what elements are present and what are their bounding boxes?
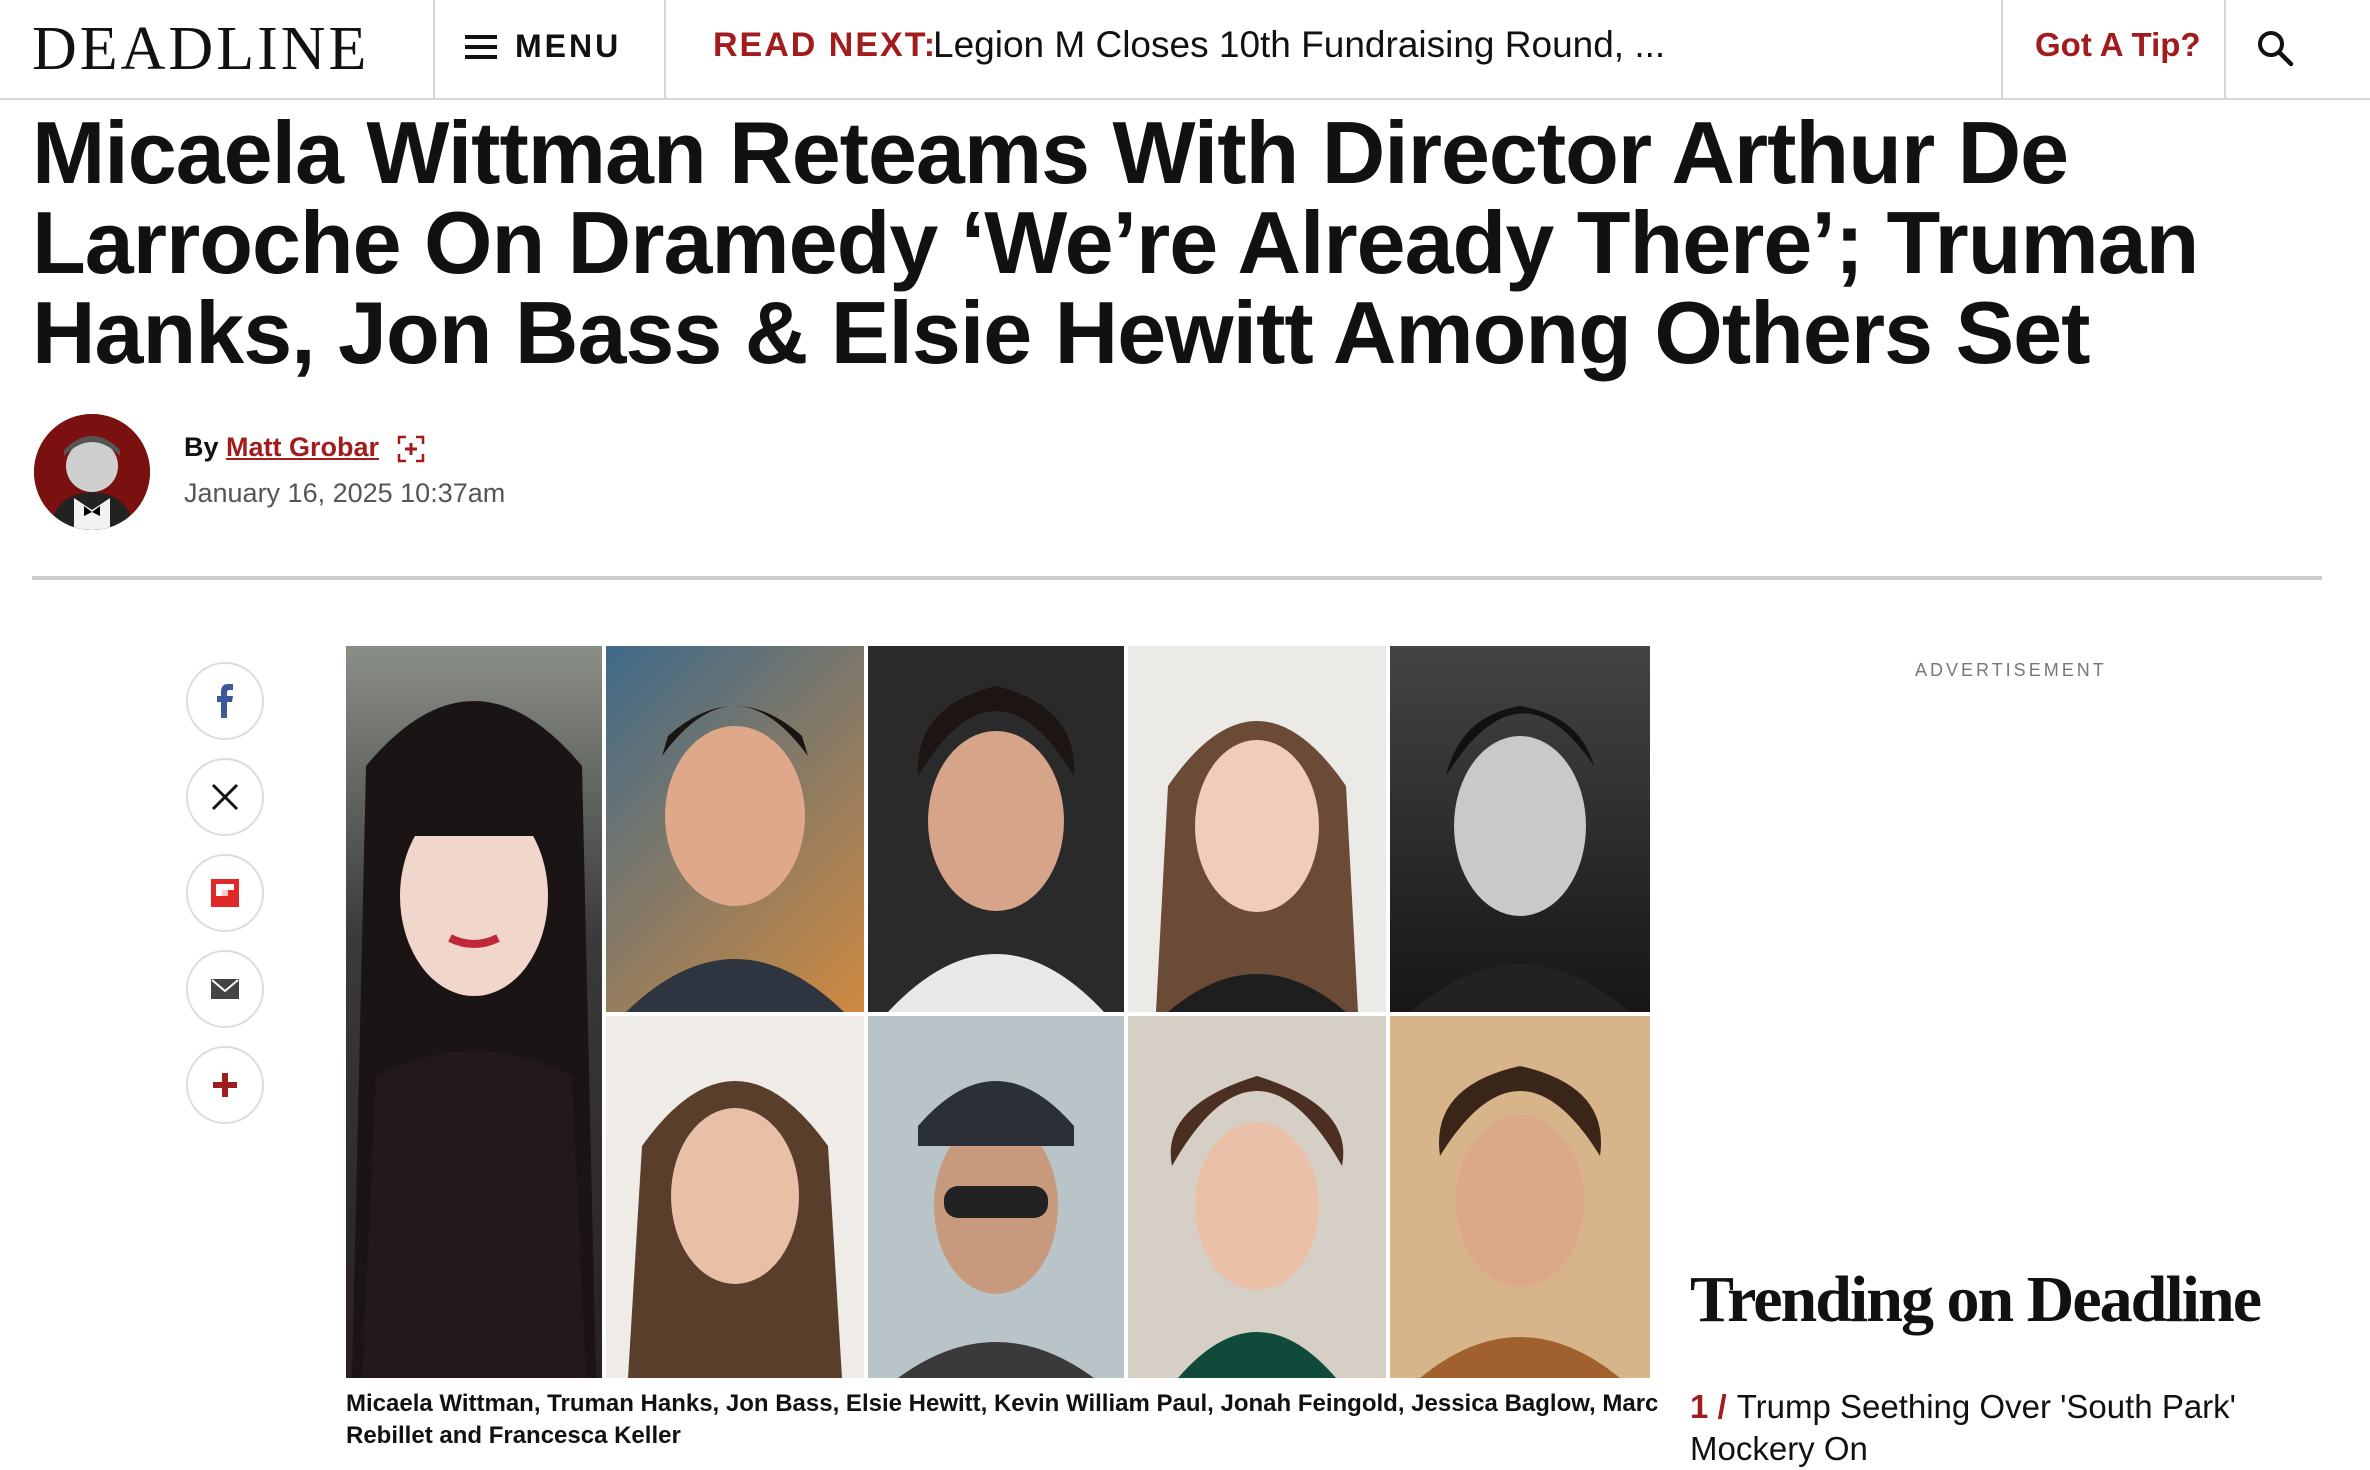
email-icon [211, 979, 239, 999]
read-next-label: READ NEXT: [713, 26, 938, 64]
article-headline: Micaela Wittman Reteams With Director Ar… [32, 103, 2199, 382]
portrait-photo [1390, 646, 1650, 1012]
portrait-photo [1128, 646, 1386, 1012]
site-header: DEADLINE MENU READ NEXT: Legion M Closes… [0, 0, 2370, 100]
byline-prefix: By [184, 432, 219, 462]
trending-item-number: 1 / [1690, 1388, 1727, 1425]
portrait-photo [346, 646, 602, 1378]
menu-button[interactable]: MENU [465, 28, 621, 65]
advertisement-label: ADVERTISEMENT [1915, 660, 2107, 680]
got-a-tip-link[interactable]: Got A Tip? [2035, 26, 2201, 64]
menu-label: MENU [515, 28, 622, 64]
byline-divider [32, 576, 2322, 580]
share-flipboard-button[interactable] [186, 854, 264, 932]
publish-date: January 16, 2025 10:37am [184, 478, 506, 508]
divider [664, 0, 666, 98]
article-hero-image[interactable] [346, 646, 1650, 1378]
trending-item-title[interactable]: Trump Seething Over 'South Park' Mockery… [1690, 1388, 2236, 1467]
divider [2001, 0, 2003, 98]
facebook-icon [217, 684, 233, 718]
portrait-photo [606, 646, 864, 1012]
portrait-photo [1128, 1016, 1386, 1378]
x-icon [211, 783, 239, 811]
search-icon[interactable] [2255, 28, 2295, 68]
read-next-link[interactable]: Legion M Closes 10th Fundraising Round, … [933, 24, 1665, 66]
trending-heading: Trending on Deadline [1690, 1263, 2262, 1336]
hamburger-icon [465, 34, 497, 59]
divider [433, 0, 435, 98]
share-facebook-button[interactable] [186, 662, 264, 740]
flipboard-icon [211, 879, 239, 907]
share-more-button[interactable] [186, 1046, 264, 1124]
site-logo[interactable]: DEADLINE [32, 14, 369, 84]
author-avatar[interactable] [34, 414, 150, 530]
more-icon [213, 1073, 237, 1097]
portrait-photo [606, 1016, 864, 1378]
image-caption: Micaela Wittman, Truman Hanks, Jon Bass,… [346, 1390, 1659, 1449]
portrait-photo [868, 1016, 1124, 1378]
divider [2224, 0, 2226, 98]
follow-author-icon[interactable] [397, 435, 425, 463]
portrait-photo [1390, 1016, 1650, 1378]
share-email-button[interactable] [186, 950, 264, 1028]
author-link[interactable]: Matt Grobar [226, 432, 379, 462]
share-x-button[interactable] [186, 758, 264, 836]
portrait-photo [868, 646, 1124, 1012]
byline: By Matt Grobar [184, 432, 425, 463]
trending-item[interactable]: 1 /Trump Seething Over 'South Park' Mock… [1690, 1386, 2330, 1470]
